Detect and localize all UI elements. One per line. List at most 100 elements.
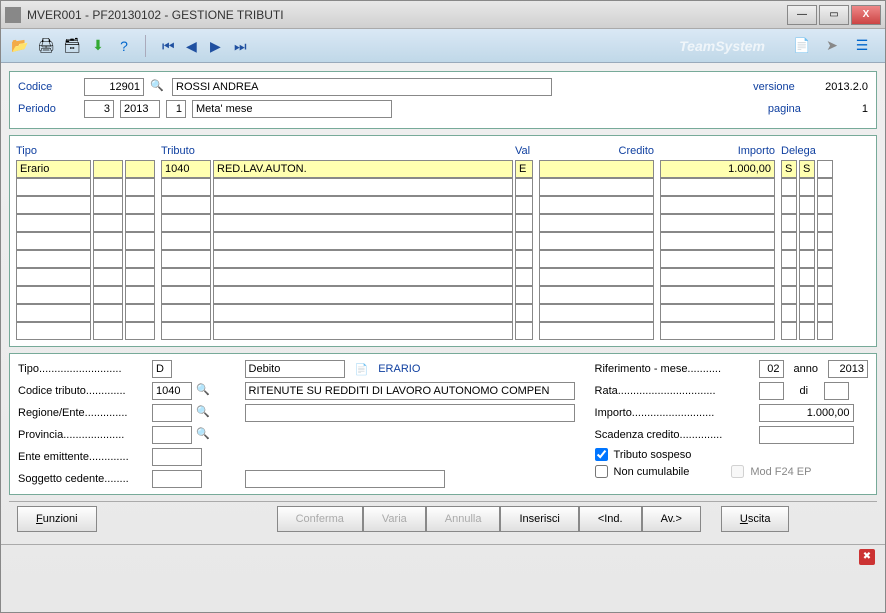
grid-cell[interactable]: [16, 304, 91, 322]
status-close-icon[interactable]: ✖: [859, 549, 875, 565]
tipo-kind-field[interactable]: [245, 360, 345, 378]
grid-cell[interactable]: [93, 304, 123, 322]
funzioni-button[interactable]: Funzioni: [17, 506, 97, 532]
list-icon[interactable]: ☰: [851, 35, 873, 57]
grid-cell[interactable]: [515, 250, 533, 268]
grid-cell[interactable]: [125, 214, 155, 232]
grid-cell[interactable]: [16, 268, 91, 286]
grid-cell[interactable]: [16, 232, 91, 250]
riferimento-anno-input[interactable]: [828, 360, 868, 378]
grid-cell[interactable]: [213, 322, 513, 340]
grid-cell[interactable]: [515, 196, 533, 214]
ind-button[interactable]: <Ind.: [579, 506, 642, 532]
codice-name-field[interactable]: [172, 78, 552, 96]
grid-cell[interactable]: Erario: [16, 160, 91, 178]
grid-cell[interactable]: [213, 304, 513, 322]
grid-cell[interactable]: [125, 322, 155, 340]
grid-cell[interactable]: E: [515, 160, 533, 178]
tipo-input[interactable]: [152, 360, 172, 378]
regione-search-icon[interactable]: 🔍: [196, 405, 212, 421]
grid-cell[interactable]: [161, 196, 211, 214]
soggetto-desc-field[interactable]: [245, 470, 445, 488]
grid-cell[interactable]: [515, 268, 533, 286]
grid-cell[interactable]: [93, 322, 123, 340]
grid-cell[interactable]: [93, 268, 123, 286]
importo-input[interactable]: [759, 404, 854, 422]
nav-next-icon[interactable]: ▶: [210, 38, 226, 54]
grid-cell[interactable]: [539, 178, 654, 196]
regione-desc-field[interactable]: [245, 404, 575, 422]
grid-cell[interactable]: [539, 214, 654, 232]
grid-cell[interactable]: [660, 322, 775, 340]
grid-cell[interactable]: S: [781, 160, 797, 178]
varia-button[interactable]: Varia: [363, 506, 426, 532]
grid-cell[interactable]: [213, 250, 513, 268]
grid-cell[interactable]: [781, 286, 797, 304]
riferimento-mese-input[interactable]: [759, 360, 784, 378]
grid-cell[interactable]: [781, 268, 797, 286]
grid-cell[interactable]: [799, 250, 815, 268]
grid-cell[interactable]: [539, 250, 654, 268]
grid-cell[interactable]: [515, 286, 533, 304]
doc-icon[interactable]: 📄: [791, 35, 813, 57]
doc-small-icon[interactable]: 📄: [355, 363, 369, 376]
grid-cell[interactable]: [660, 268, 775, 286]
grid-cell[interactable]: [93, 286, 123, 304]
grid-cell[interactable]: [539, 286, 654, 304]
grid-cell[interactable]: [799, 286, 815, 304]
grid-cell[interactable]: [213, 214, 513, 232]
grid-cell[interactable]: [515, 178, 533, 196]
periodo-year-input[interactable]: [120, 100, 160, 118]
codice-tributo-input[interactable]: [152, 382, 192, 400]
grid-cell[interactable]: [799, 304, 815, 322]
nav-prev-icon[interactable]: ◀: [186, 38, 202, 54]
periodo-month-input[interactable]: [84, 100, 114, 118]
av-button[interactable]: Av.>: [642, 506, 701, 532]
nav-last-icon[interactable]: ⏭: [234, 38, 250, 54]
grid-cell[interactable]: [161, 286, 211, 304]
grid-cell[interactable]: S: [799, 160, 815, 178]
grid-cell[interactable]: [161, 304, 211, 322]
close-button[interactable]: X: [851, 5, 881, 25]
grid-cell[interactable]: [660, 232, 775, 250]
grid-cell[interactable]: [817, 196, 833, 214]
grid-cell[interactable]: [539, 160, 654, 178]
grid-cell[interactable]: [799, 178, 815, 196]
codice-tributo-desc-field[interactable]: [245, 382, 575, 400]
grid-cell[interactable]: [539, 232, 654, 250]
grid-cell[interactable]: [161, 214, 211, 232]
grid-cell[interactable]: 1.000,00: [660, 160, 775, 178]
conferma-button[interactable]: Conferma: [277, 506, 363, 532]
grid-cell[interactable]: [817, 286, 833, 304]
ente-input[interactable]: [152, 448, 202, 466]
grid-cell[interactable]: [161, 232, 211, 250]
grid-cell[interactable]: [213, 286, 513, 304]
grid-cell[interactable]: [125, 286, 155, 304]
grid-cell[interactable]: [781, 304, 797, 322]
soggetto-input[interactable]: [152, 470, 202, 488]
grid-cell[interactable]: [125, 178, 155, 196]
uscita-button[interactable]: Uscita: [721, 506, 790, 532]
codice-input[interactable]: [84, 78, 144, 96]
periodo-desc-field[interactable]: [192, 100, 392, 118]
provincia-search-icon[interactable]: 🔍: [196, 427, 212, 443]
grid-cell[interactable]: [125, 250, 155, 268]
grid-cell[interactable]: [539, 196, 654, 214]
print-icon[interactable]: 🖨: [35, 35, 57, 57]
grid-cell[interactable]: [817, 214, 833, 232]
grid-cell[interactable]: [660, 178, 775, 196]
grid-cell[interactable]: [213, 196, 513, 214]
grid-cell[interactable]: [817, 322, 833, 340]
grid-cell[interactable]: [817, 304, 833, 322]
grid-cell[interactable]: [213, 232, 513, 250]
grid-cell[interactable]: [799, 214, 815, 232]
grid-cell[interactable]: [817, 250, 833, 268]
grid-cell[interactable]: [515, 232, 533, 250]
grid-cell[interactable]: [515, 304, 533, 322]
open-icon[interactable]: 📂: [9, 35, 31, 57]
export-icon[interactable]: ⬇: [87, 35, 109, 57]
grid-cell[interactable]: [93, 178, 123, 196]
grid-cell[interactable]: [16, 250, 91, 268]
grid-cell[interactable]: [660, 304, 775, 322]
grid-cell[interactable]: [660, 250, 775, 268]
